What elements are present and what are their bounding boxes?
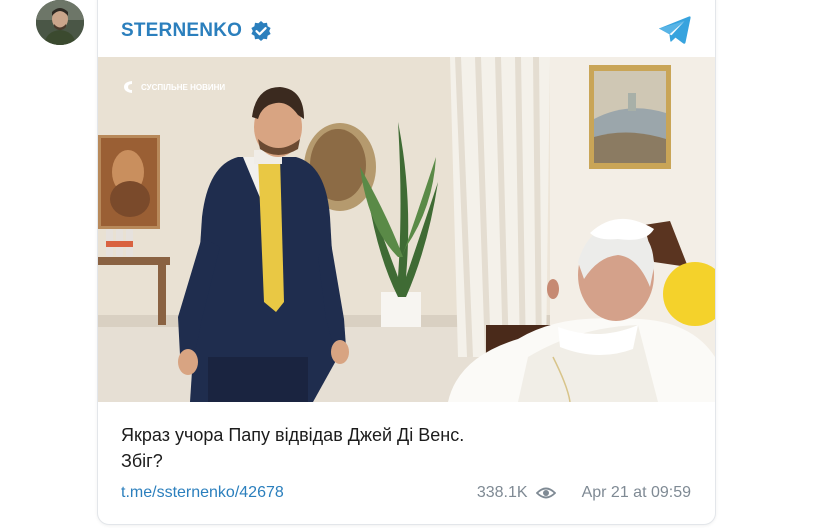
telegram-icon[interactable] — [657, 14, 693, 46]
eye-icon — [535, 486, 556, 500]
post-image[interactable]: СУСПІЛЬНЕ НОВИНИ — [98, 57, 715, 402]
channel-name[interactable]: STERNENKO — [121, 20, 242, 42]
channel-header: STERNENKO — [121, 17, 272, 45]
post-footer: t.me/ssternenko/42678 338.1K Apr 21 at 0… — [121, 484, 691, 504]
post-meta: 338.1K Apr 21 at 09:59 — [477, 484, 691, 502]
view-count: 338.1K — [476, 484, 528, 501]
post-text-line: Якраз учора Папу відвідав Джей Ді Венс. — [121, 425, 465, 445]
post-date: Apr 21 at 09:59 — [581, 484, 691, 501]
verified-badge-icon — [250, 20, 272, 42]
watermark-text: СУСПІЛЬНЕ НОВИНИ — [141, 82, 226, 92]
post-text-line: Збіг? — [121, 451, 163, 471]
post-card: STERNENKO СУСПІЛЬНЕ НОВИНИ Якраз учора П… — [97, 0, 716, 525]
post-text: Якраз учора Папу відвідав Джей Ді Венс. … — [121, 422, 691, 474]
image-watermark: СУСПІЛЬНЕ НОВИНИ — [122, 79, 225, 95]
watermark-logo-icon — [124, 81, 132, 93]
post-link[interactable]: t.me/ssternenko/42678 — [121, 484, 284, 502]
channel-avatar[interactable] — [36, 0, 84, 45]
